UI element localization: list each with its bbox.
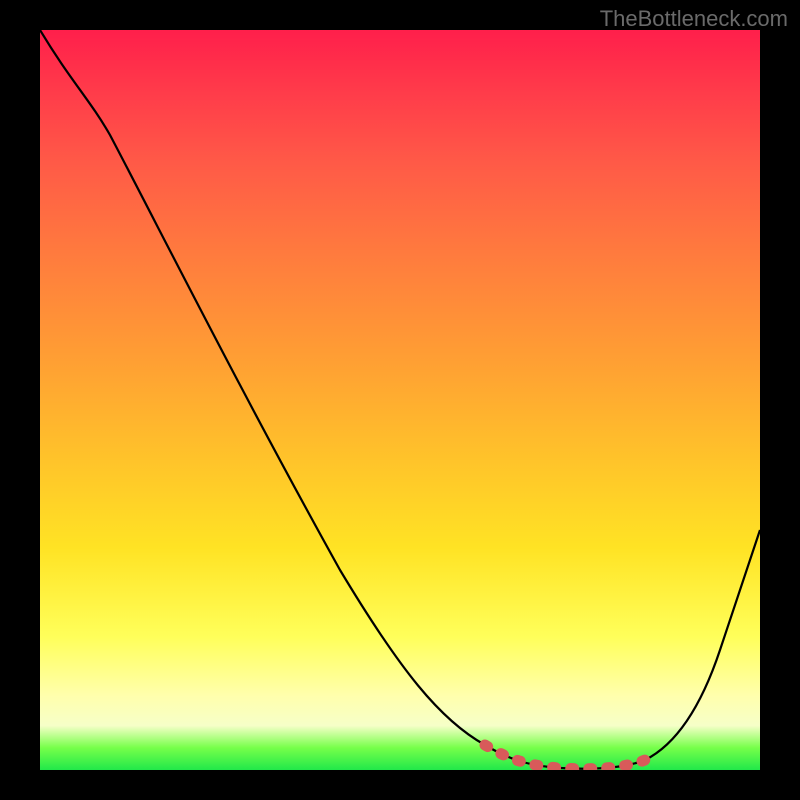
- chart-frame: TheBottleneck.com: [0, 0, 800, 800]
- watermark-text: TheBottleneck.com: [600, 6, 788, 32]
- plot-area: [40, 30, 760, 770]
- bottleneck-curve: [40, 30, 760, 769]
- curve-svg: [40, 30, 760, 770]
